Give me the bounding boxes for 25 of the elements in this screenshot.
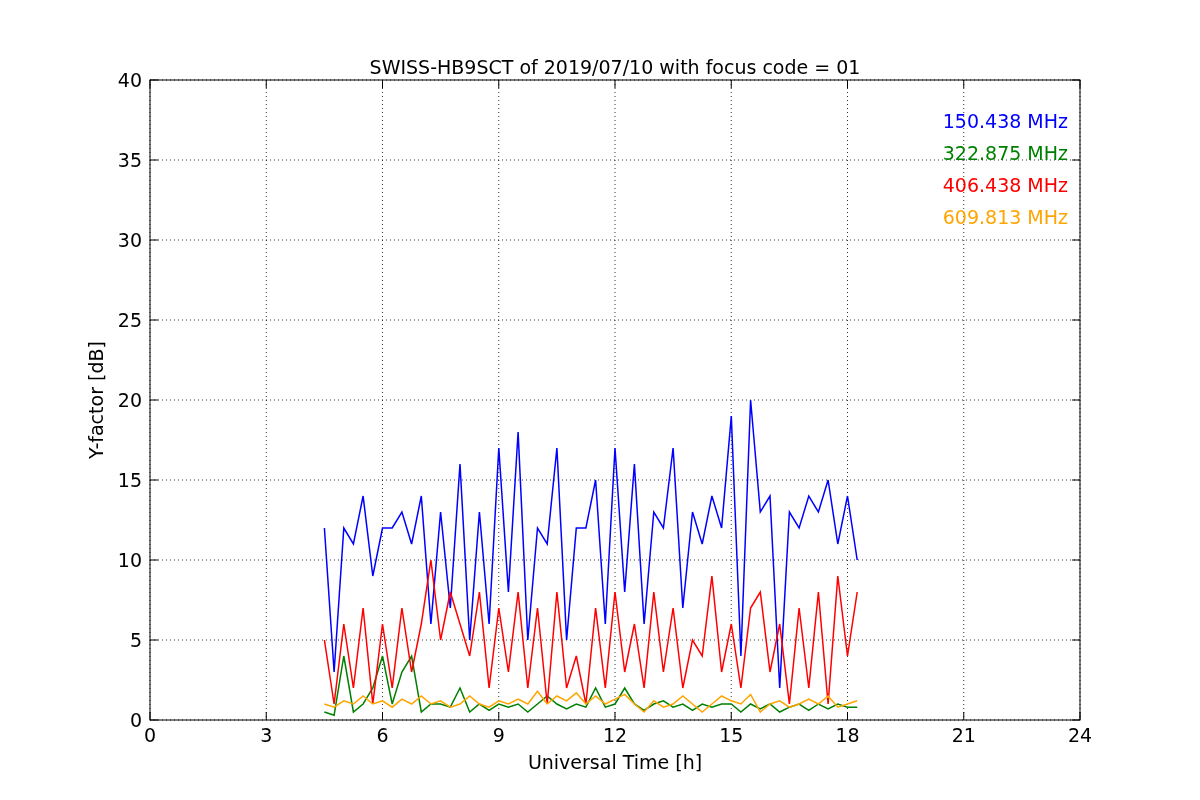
y-axis-label: Y-factor [dB] (85, 341, 107, 459)
x-tick-label: 9 (492, 724, 505, 746)
y-tick-label: 5 (129, 629, 142, 651)
x-axis-label: Universal Time [h] (527, 751, 703, 773)
legend-label: 322.875 MHz (942, 142, 1068, 164)
chart-title: SWISS-HB9SCT of 2019/07/10 with focus code = 01 (369, 56, 861, 78)
x-tick-label: 6 (376, 724, 389, 746)
y-tick-label: 40 (117, 69, 142, 91)
legend-label: 150.438 MHz (942, 110, 1068, 132)
y-tick-label: 20 (117, 389, 142, 411)
x-tick-label: 12 (602, 724, 628, 746)
y-tick-label: 10 (117, 549, 142, 571)
x-tick-label: 15 (719, 724, 744, 746)
x-tick-label: 21 (951, 724, 976, 746)
legend-label: 406.438 MHz (942, 174, 1068, 196)
x-tick-label: 3 (260, 724, 273, 746)
x-tick-label: 0 (143, 724, 157, 746)
y-tick-label: 15 (117, 469, 142, 491)
x-tick-label: 24 (1067, 724, 1093, 746)
legend-label: 609.813 MHz (942, 206, 1068, 228)
y-tick-label: 30 (117, 229, 142, 251)
y-tick-label: 35 (117, 149, 142, 171)
y-tick-label: 25 (117, 309, 142, 331)
x-tick-label: 18 (835, 724, 860, 746)
y-tick-label: 0 (129, 709, 142, 731)
